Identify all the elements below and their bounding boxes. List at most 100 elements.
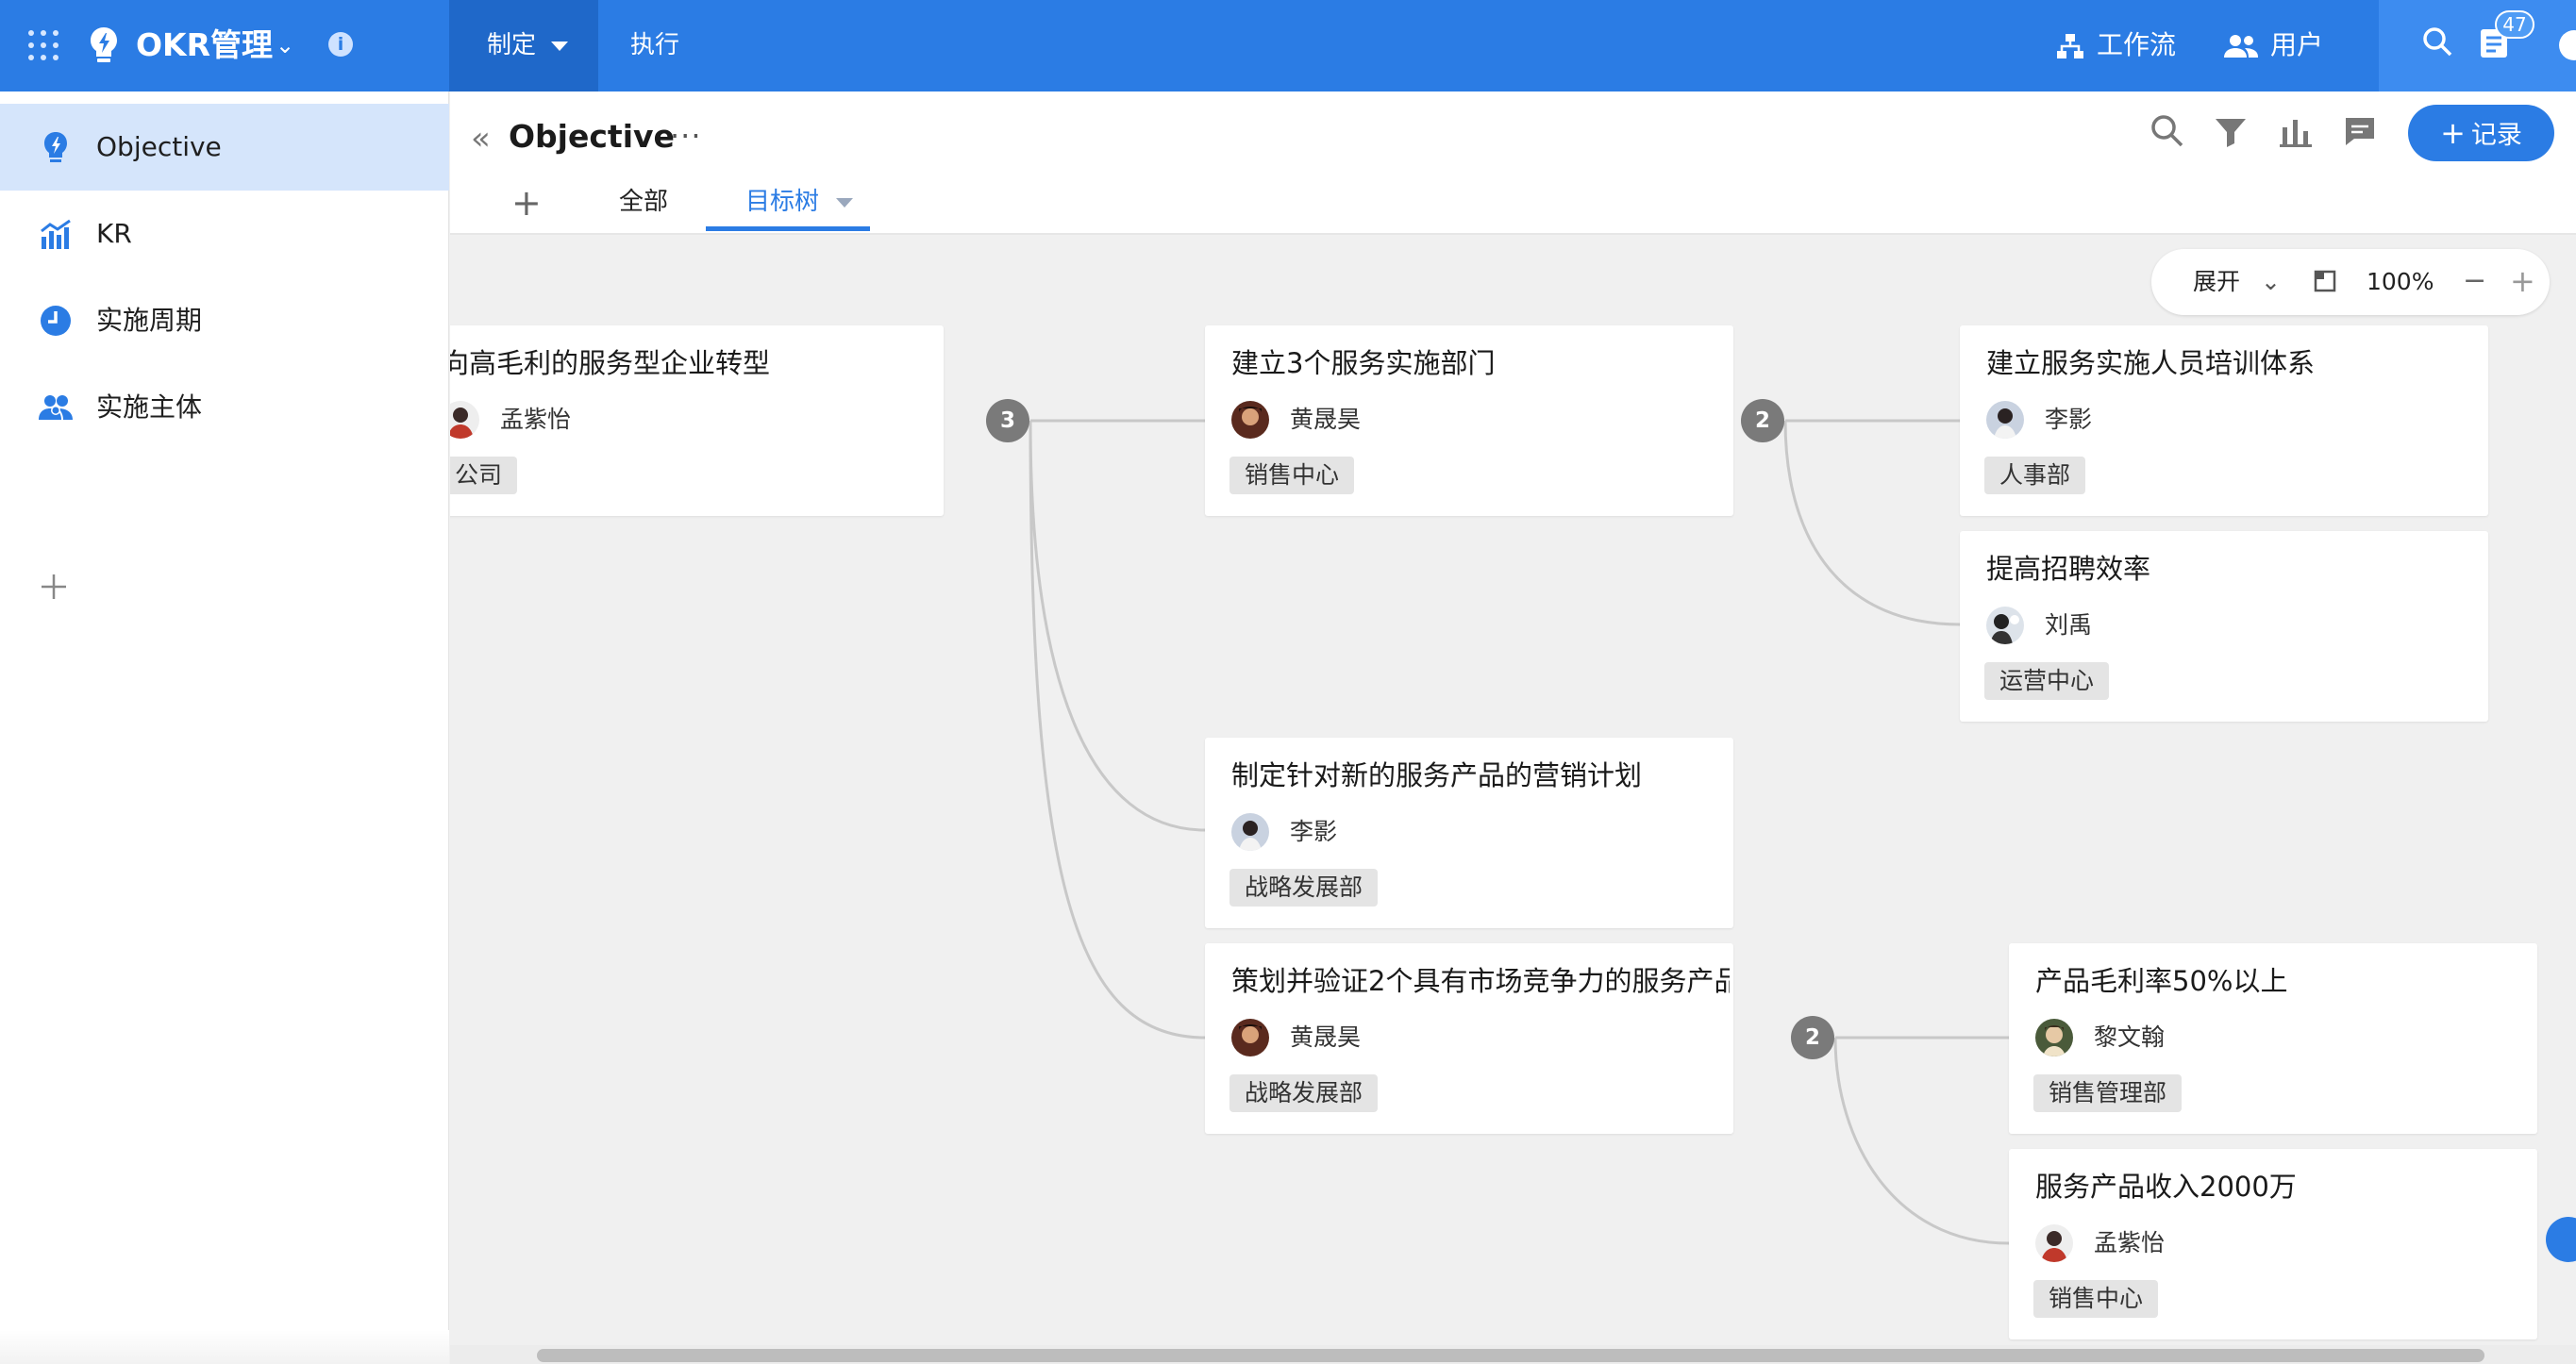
owner-avatar xyxy=(450,401,479,439)
node-title: 向高毛利的服务型企业转型 xyxy=(450,347,771,379)
page-title: Objective xyxy=(509,118,675,155)
owner-avatar xyxy=(2035,1224,2073,1262)
users-link[interactable]: 用户 xyxy=(2223,26,2323,64)
caret-down-icon xyxy=(836,197,854,208)
view-tab-tree[interactable]: 目标树 xyxy=(745,176,854,231)
zoom-out-button[interactable]: − xyxy=(2463,249,2486,313)
sidebar-bottom-shade xyxy=(0,1330,449,1364)
page-header: « Objective ··· + 记录 + 全部 目标树 xyxy=(450,91,2576,235)
department-tag: 销售中心 xyxy=(2033,1280,2159,1318)
plus-icon: + xyxy=(2440,115,2466,151)
tree-node-card[interactable]: 建立3个服务实施部门 黄晟昊 销售中心 xyxy=(1205,325,1733,516)
owner-avatar xyxy=(1231,813,1269,851)
horizontal-scrollbar-thumb[interactable] xyxy=(537,1349,2484,1362)
app-title[interactable]: OKR管理 xyxy=(136,25,273,66)
notification-badge: 47 xyxy=(2495,10,2534,39)
owner-avatar xyxy=(1231,1019,1269,1056)
nav-tab-execute-label: 执行 xyxy=(630,31,680,59)
department-tag: 人事部 xyxy=(1984,457,2086,494)
goal-tree-canvas[interactable]: 向高毛利的服务型企业转型 孟紫怡 公司 3 建立3个服务实施部门 黄晟昊 销售中… xyxy=(450,236,2576,1364)
tree-node-card[interactable]: 策划并验证2个具有市场竞争力的服务产品 黄晟昊 战略发展部 xyxy=(1205,943,1733,1134)
node-owner: 李影 xyxy=(1290,818,1338,845)
nav-tab-define-label: 制定 xyxy=(487,31,537,59)
chart-icon[interactable] xyxy=(2277,112,2315,150)
view-tab-all[interactable]: 全部 xyxy=(619,176,668,231)
tree-node-card[interactable]: 向高毛利的服务型企业转型 孟紫怡 公司 xyxy=(450,325,944,516)
expand-dropdown[interactable]: 展开 xyxy=(2193,249,2240,315)
department-tag: 销售管理部 xyxy=(2033,1074,2183,1112)
add-record-button[interactable]: + 记录 xyxy=(2408,105,2554,161)
filter-icon[interactable] xyxy=(2212,112,2250,150)
collapse-sidebar-icon[interactable]: « xyxy=(471,118,491,159)
view-tab-all-label: 全部 xyxy=(619,188,669,216)
child-count-badge[interactable]: 2 xyxy=(1791,1016,1834,1059)
node-title: 策划并验证2个具有市场竞争力的服务产品 xyxy=(1231,965,1730,997)
lightbulb-logo-icon xyxy=(91,27,117,62)
sidebar-item-subject[interactable]: 实施主体 xyxy=(0,364,449,451)
zoom-in-button[interactable]: + xyxy=(2510,249,2535,313)
tree-node-card[interactable]: 产品毛利率50%以上 黎文翰 销售管理部 xyxy=(2009,943,2537,1134)
node-title: 建立服务实施人员培训体系 xyxy=(1986,347,2316,379)
chevron-down-icon[interactable]: ⌄ xyxy=(2261,249,2281,315)
search-icon[interactable] xyxy=(2421,25,2453,58)
workflow-label: 工作流 xyxy=(2097,29,2177,60)
sidebar-item-label: 实施周期 xyxy=(96,305,203,336)
more-options-icon[interactable]: ··· xyxy=(670,112,702,159)
tree-toolbar: 展开 ⌄ 100% − + xyxy=(2151,249,2550,315)
tree-node-card[interactable]: 提高招聘效率 刘禹 运营中心 xyxy=(1960,531,2488,722)
active-view-indicator xyxy=(706,226,870,231)
owner-avatar xyxy=(2035,1019,2073,1056)
clock-icon xyxy=(41,306,71,336)
node-owner: 黄晟昊 xyxy=(1290,406,1362,433)
search-icon[interactable] xyxy=(2149,112,2186,150)
comment-icon[interactable] xyxy=(2341,112,2379,150)
apps-grid-icon[interactable] xyxy=(28,30,59,60)
fit-screen-icon[interactable] xyxy=(2314,270,2336,292)
tree-node-card[interactable]: 服务产品收入2000万 孟紫怡 销售中心 xyxy=(2009,1149,2537,1339)
objective-icon xyxy=(44,132,67,162)
workflow-icon xyxy=(2057,34,2083,58)
add-view-icon[interactable]: + xyxy=(511,182,542,224)
sidebar: Objective KR 实施周期 实施主体 xyxy=(0,91,449,1364)
owner-avatar xyxy=(1231,401,1269,439)
owner-avatar xyxy=(1986,401,2024,439)
sidebar-item-label: 实施主体 xyxy=(96,391,203,423)
sidebar-item-objective[interactable]: Objective xyxy=(0,104,449,191)
node-title: 产品毛利率50%以上 xyxy=(2035,965,2288,997)
department-tag: 战略发展部 xyxy=(1229,869,1379,907)
zoom-level: 100% xyxy=(2367,268,2434,295)
node-owner: 孟紫怡 xyxy=(500,406,572,433)
sidebar-item-kr[interactable]: KR xyxy=(0,191,449,277)
department-tag: 运营中心 xyxy=(1984,662,2110,700)
nav-tab-define[interactable]: 制定 xyxy=(487,0,569,91)
node-title: 服务产品收入2000万 xyxy=(2035,1171,2297,1203)
node-owner: 刘禹 xyxy=(2045,611,2093,639)
child-count-badge[interactable]: 2 xyxy=(1741,399,1784,442)
add-table-icon[interactable] xyxy=(40,573,68,601)
info-icon[interactable]: i xyxy=(328,32,353,57)
sidebar-item-label: KR xyxy=(96,218,132,249)
child-count-badge[interactable]: 3 xyxy=(986,399,1029,442)
department-tag: 销售中心 xyxy=(1229,457,1355,494)
top-bar: OKR管理 ⌄ i 制定 执行 工作流 用户 47 xyxy=(0,0,2576,91)
users-icon xyxy=(2224,35,2258,58)
tree-node-card[interactable]: 制定针对新的服务产品的营销计划 李影 战略发展部 xyxy=(1205,738,1733,928)
department-tag: 战略发展部 xyxy=(1229,1074,1379,1112)
node-title: 建立3个服务实施部门 xyxy=(1231,347,1496,379)
node-owner: 黄晟昊 xyxy=(1290,1023,1362,1051)
sidebar-item-label: Objective xyxy=(96,131,222,162)
workflow-link[interactable]: 工作流 xyxy=(2055,26,2176,64)
add-record-label: 记录 xyxy=(2470,121,2522,150)
owner-avatar xyxy=(1986,607,2024,644)
node-title: 提高招聘效率 xyxy=(1986,553,2151,585)
group-icon xyxy=(39,395,73,420)
tree-node-card[interactable]: 建立服务实施人员培训体系 李影 人事部 xyxy=(1960,325,2488,516)
kr-chart-icon xyxy=(41,219,71,249)
nav-tab-execute[interactable]: 执行 xyxy=(630,0,679,91)
node-title: 制定针对新的服务产品的营销计划 xyxy=(1231,759,1643,791)
users-label: 用户 xyxy=(2270,29,2324,60)
department-tag: 公司 xyxy=(450,457,518,494)
node-owner: 黎文翰 xyxy=(2094,1023,2166,1051)
sidebar-item-period[interactable]: 实施周期 xyxy=(0,277,449,364)
chevron-down-icon[interactable]: ⌄ xyxy=(276,28,294,62)
